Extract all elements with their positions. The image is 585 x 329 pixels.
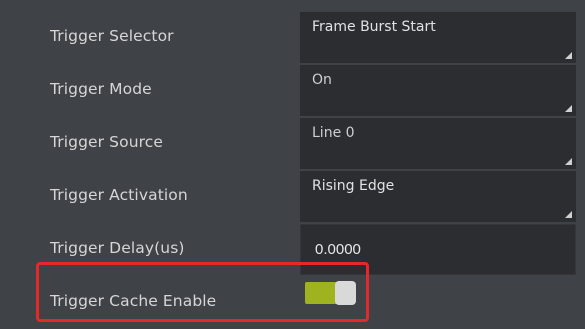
trigger-settings-panel: Trigger Selector Frame Burst Start Trigg… (0, 0, 585, 322)
trigger-mode-dropdown[interactable]: On (300, 65, 576, 116)
row-trigger-selector: Trigger Selector Frame Burst Start (0, 12, 585, 64)
trigger-selector-label: Trigger Selector (50, 27, 174, 45)
trigger-delay-label: Trigger Delay(us) (50, 239, 185, 257)
trigger-selector-dropdown[interactable]: Frame Burst Start (300, 12, 576, 63)
trigger-mode-value: On (312, 72, 332, 88)
row-trigger-activation: Trigger Activation Rising Edge (0, 171, 585, 223)
trigger-mode-label: Trigger Mode (50, 80, 152, 98)
dropdown-corner-icon (565, 105, 572, 112)
dropdown-corner-icon (565, 52, 572, 59)
row-trigger-mode: Trigger Mode On (0, 65, 585, 117)
trigger-selector-value: Frame Burst Start (312, 19, 436, 35)
trigger-source-label: Trigger Source (50, 133, 164, 151)
trigger-activation-value: Rising Edge (312, 178, 395, 194)
toggle-track (305, 282, 339, 304)
trigger-source-value: Line 0 (312, 125, 355, 141)
toggle-knob[interactable] (335, 281, 356, 305)
trigger-source-dropdown[interactable]: Line 0 (300, 118, 576, 169)
trigger-activation-label: Trigger Activation (50, 186, 188, 204)
dropdown-corner-icon (565, 158, 572, 165)
row-trigger-source: Trigger Source Line 0 (0, 118, 585, 170)
trigger-cache-enable-toggle[interactable] (305, 280, 356, 305)
trigger-activation-dropdown[interactable]: Rising Edge (300, 171, 576, 222)
dropdown-corner-icon (565, 211, 572, 218)
